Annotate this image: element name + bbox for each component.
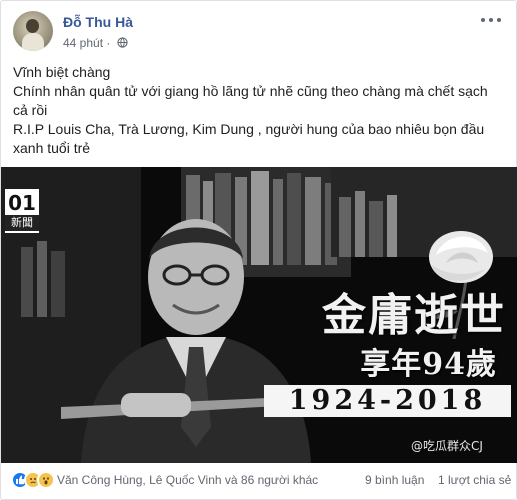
- shares-count[interactable]: 1 lượt chia sẻ: [438, 473, 511, 487]
- more-dots-icon[interactable]: [481, 13, 503, 27]
- author-name[interactable]: Đỗ Thu Hà: [63, 14, 133, 30]
- post-line: R.I.P Louis Cha, Trà Lương, Kim Dung , n…: [13, 121, 485, 156]
- photo-title: 金庸逝世: [322, 290, 506, 341]
- photo-watermark: @吃瓜群众CJ: [411, 439, 483, 453]
- post-meta: 44 phút ·: [63, 36, 128, 50]
- post-footer: Văn Công Hùng, Lê Quốc Vinh và 86 người …: [11, 467, 511, 491]
- news-logo: 01 新聞: [5, 189, 39, 233]
- post-line: Vĩnh biệt chàng: [13, 64, 111, 80]
- avatar[interactable]: [13, 11, 53, 51]
- post-photo[interactable]: 01 新聞 金庸逝世 享年94歲 1924-2018 @吃瓜群众CJ: [1, 167, 517, 463]
- post-message: Vĩnh biệt chàng Chính nhân quân tử với g…: [13, 63, 505, 158]
- photo-years: 1924-2018: [288, 385, 487, 416]
- timestamp[interactable]: 44 phút: [63, 36, 103, 50]
- post-line: Chính nhân quân tử với giang hồ lãng tử …: [13, 83, 488, 118]
- wow-icon: [37, 471, 55, 489]
- logo-text: 新聞: [5, 215, 39, 231]
- post-card: Đỗ Thu Hà 44 phút · Vĩnh biệt chàng Chín…: [0, 0, 517, 500]
- reaction-icons[interactable]: [11, 471, 57, 489]
- logo-number: 01: [8, 191, 36, 215]
- comments-count[interactable]: 9 bình luận: [365, 473, 424, 487]
- post-header: Đỗ Thu Hà 44 phút ·: [13, 11, 503, 55]
- photo-subtitle: 享年94歲: [360, 347, 497, 382]
- globe-icon[interactable]: [117, 37, 128, 48]
- reaction-names[interactable]: Văn Công Hùng, Lê Quốc Vinh và 86 người …: [57, 473, 318, 487]
- years-banner: 1924-2018: [264, 385, 511, 417]
